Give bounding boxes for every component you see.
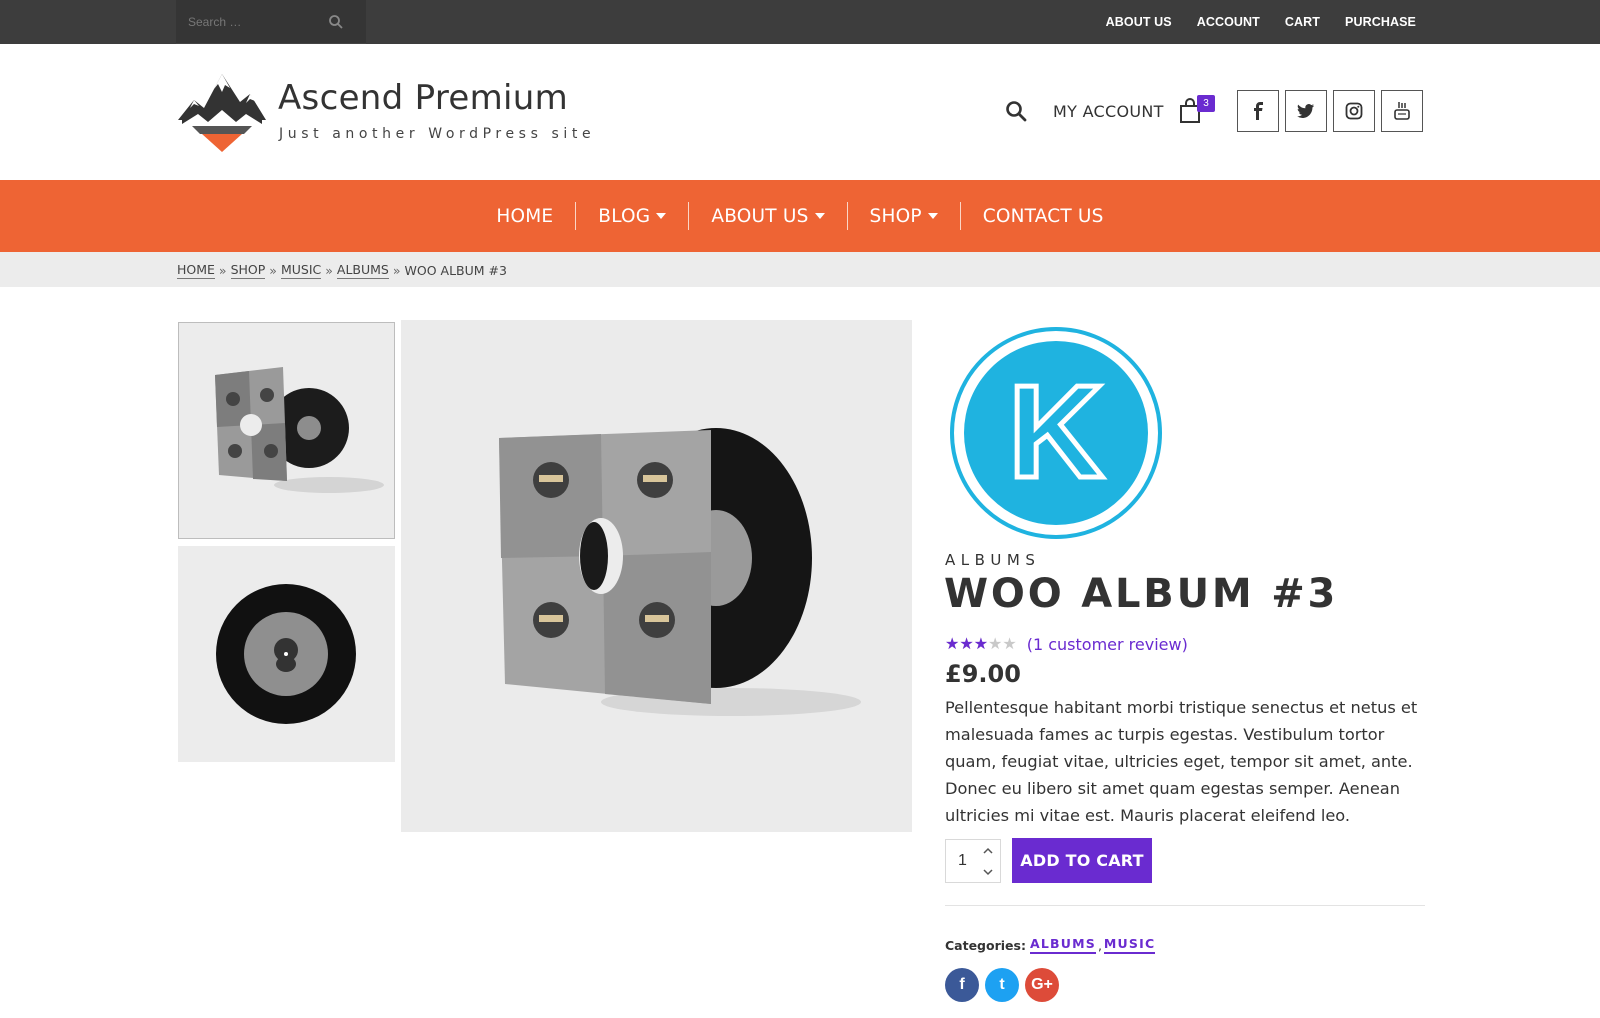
googleplus-icon: G+ — [1031, 976, 1053, 993]
caret-down-icon — [927, 213, 938, 219]
header-search-icon[interactable] — [1005, 100, 1027, 122]
instagram-icon[interactable] — [1333, 90, 1375, 132]
nav-item-label: HOME — [496, 205, 554, 227]
breadcrumb-separator: » — [325, 263, 333, 278]
nav-item-label: CONTACT US — [982, 205, 1104, 227]
breadcrumb-bar: HOME » SHOP » MUSIC » ALBUMS » WOO ALBUM… — [0, 252, 1600, 287]
category-link-music[interactable]: MUSIC — [1103, 936, 1156, 954]
top-search-form — [176, 0, 366, 44]
caret-down-icon — [656, 213, 667, 219]
breadcrumb-separator: » — [218, 263, 227, 278]
chevron-down-icon[interactable] — [982, 866, 994, 878]
twitter-icon[interactable] — [1285, 90, 1327, 132]
gallery-thumbnail-2[interactable] — [178, 546, 395, 762]
product-rating: ★★★★★ ★★★★★ (1 customer review) — [945, 635, 1188, 654]
chevron-up-icon[interactable] — [982, 845, 994, 857]
my-account-link[interactable]: MY ACCOUNT — [1053, 102, 1164, 121]
youtube-icon[interactable] — [1381, 90, 1423, 132]
add-to-cart-button[interactable]: ADD TO CART — [1012, 838, 1152, 883]
nav-item-label: SHOP — [869, 205, 922, 227]
breadcrumb-albums[interactable]: ALBUMS — [336, 262, 389, 279]
caret-down-icon — [814, 213, 825, 219]
top-link-about-us[interactable]: ABOUT US — [1106, 15, 1172, 29]
site-title[interactable]: Ascend Premium — [278, 78, 568, 118]
customer-review-link[interactable]: (1 customer review) — [1027, 635, 1188, 654]
breadcrumb-current: WOO ALBUM #3 — [404, 263, 507, 278]
search-icon[interactable] — [328, 14, 344, 30]
product-description: Pellentesque habitant morbi tristique se… — [945, 698, 1418, 825]
top-link-account[interactable]: ACCOUNT — [1197, 15, 1260, 29]
top-search-input[interactable] — [176, 0, 326, 44]
breadcrumb-separator: » — [392, 263, 401, 278]
share-googleplus-button[interactable]: G+ — [1025, 968, 1059, 1002]
album-sleeve-image — [499, 428, 861, 716]
product-price: £9.00 — [945, 660, 1021, 688]
nav-item-about-us[interactable]: ABOUT US — [689, 202, 848, 230]
twitter-icon: t — [999, 976, 1005, 993]
header-social-links — [1237, 90, 1423, 132]
share-twitter-button[interactable]: t — [985, 968, 1019, 1002]
gallery-thumbnail-1[interactable] — [178, 322, 395, 539]
breadcrumb: HOME » SHOP » MUSIC » ALBUMS » WOO ALBUM… — [177, 262, 507, 279]
product-main-image[interactable] — [401, 320, 912, 832]
quantity-value[interactable]: 1 — [958, 852, 967, 870]
breadcrumb-shop[interactable]: SHOP — [230, 262, 266, 279]
album-sleeve-image — [215, 367, 384, 493]
nav-item-label: BLOG — [598, 205, 651, 227]
star-rating-icon: ★★★★★ ★★★★★ — [945, 635, 1017, 653]
category-link-albums[interactable]: ALBUMS — [1029, 936, 1096, 954]
nav-item-home[interactable]: HOME — [474, 202, 577, 230]
top-links: ABOUT US ACCOUNT CART PURCHASE — [1106, 0, 1416, 44]
divider — [945, 905, 1425, 906]
breadcrumb-music[interactable]: MUSIC — [280, 262, 322, 279]
product-category-label: ALBUMS — [945, 551, 1041, 569]
share-facebook-button[interactable]: f — [945, 968, 979, 1002]
facebook-icon[interactable] — [1237, 90, 1279, 132]
site-logo[interactable] — [178, 68, 266, 154]
product-title: WOO ALBUM #3 — [944, 571, 1339, 617]
breadcrumb-home[interactable]: HOME — [177, 262, 215, 279]
quantity-stepper[interactable]: 1 — [945, 839, 1001, 883]
share-buttons: f t G+ — [945, 968, 1059, 1002]
facebook-icon: f — [959, 976, 965, 993]
site-tagline: Just another WordPress site — [279, 126, 596, 142]
breadcrumb-separator: » — [269, 263, 277, 278]
top-link-purchase[interactable]: PURCHASE — [1345, 15, 1416, 29]
nav-item-contact-us[interactable]: CONTACT US — [961, 202, 1126, 230]
categories-separator: , — [1097, 937, 1102, 953]
top-bar: ABOUT US ACCOUNT CART PURCHASE — [0, 0, 1600, 44]
categories-label: Categories: — [945, 937, 1026, 953]
main-navigation: HOME BLOG ABOUT US SHOP CONTACT US — [0, 180, 1600, 252]
nav-item-label: ABOUT US — [711, 205, 809, 227]
cart-count-badge: 3 — [1197, 95, 1215, 112]
nav-item-shop[interactable]: SHOP — [848, 202, 961, 230]
top-link-cart[interactable]: CART — [1285, 15, 1320, 29]
product-categories: Categories: ALBUMS , MUSIC — [945, 936, 1156, 954]
brand-logo: K — [950, 327, 1162, 539]
vinyl-record-image — [216, 584, 356, 724]
nav-item-blog[interactable]: BLOG — [576, 202, 690, 230]
brand-logo-letter: K — [1008, 358, 1103, 505]
